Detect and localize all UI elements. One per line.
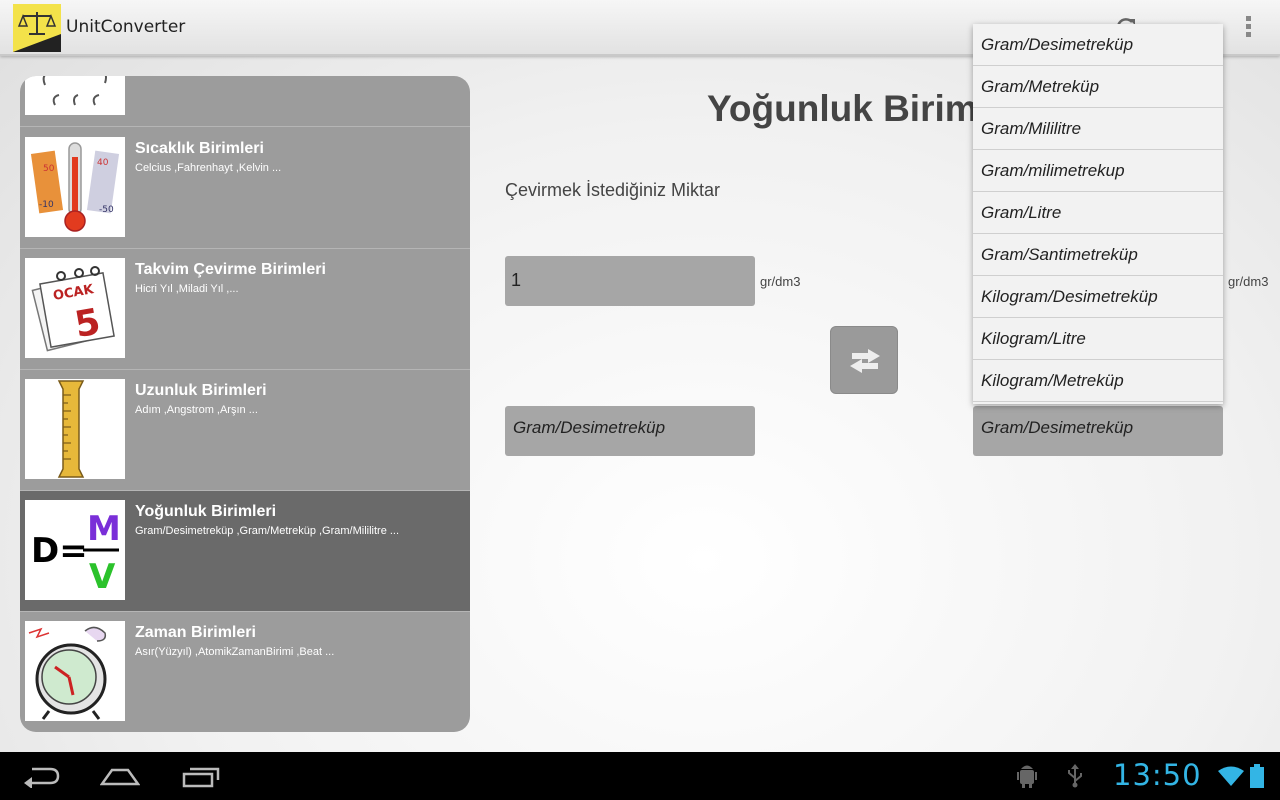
list-item-title: Zaman Birimleri <box>135 624 256 641</box>
clock: 13:50 <box>1113 758 1202 792</box>
dropdown-option[interactable]: Gram/Litre <box>973 192 1223 234</box>
back-icon[interactable] <box>22 764 60 792</box>
app-title: UnitConverter <box>66 17 186 37</box>
overflow-menu-icon[interactable] <box>1240 16 1256 40</box>
list-item-subtitle: Asır(Yüzyıl) ,AtomikZamanBirimi ,Beat ..… <box>135 646 335 658</box>
svg-text:-50: -50 <box>99 205 114 215</box>
from-unit-spinner[interactable]: Gram/Desimetreküp <box>505 406 755 456</box>
calendar-icon: OCAK 5 <box>25 258 125 358</box>
source-unit-abbrev: gr/dm3 <box>760 274 801 289</box>
dropdown-option[interactable]: Kilogram/Desimetreküp <box>973 276 1223 318</box>
dropdown-option[interactable]: Gram/milimetrekup <box>973 150 1223 192</box>
amount-label: Çevirmek İstediğiniz Miktar <box>505 180 721 200</box>
recent-apps-icon[interactable] <box>182 764 220 792</box>
list-item-length[interactable]: Uzunluk Birimleri Adım ,Angstrom ,Arşın … <box>20 370 470 491</box>
target-unit-abbrev: gr/dm3 <box>1228 274 1269 289</box>
list-item-clouds[interactable] <box>20 76 470 127</box>
list-item-density[interactable]: D= M V Yoğunluk Birimleri Gram/Desimetre… <box>20 491 470 612</box>
dropdown-option[interactable]: Gram/Desimetreküp <box>973 24 1223 66</box>
dropdown-option[interactable]: Gram/Santimetreküp <box>973 234 1223 276</box>
system-bar: 13:50 <box>0 752 1280 800</box>
dropdown-option[interactable]: Kilogram/Litre <box>973 318 1223 360</box>
list-item-subtitle: Hicri Yıl ,Miladi Yıl ,... <box>135 283 239 295</box>
dropdown-option[interactable]: Kilogram/Metreküp <box>973 360 1223 402</box>
svg-text:-10: -10 <box>39 200 54 210</box>
list-item-subtitle: Gram/Desimetreküp ,Gram/Metreküp ,Gram/M… <box>135 525 400 537</box>
thermometer-icon: 50 40 -10 -50 <box>25 137 125 237</box>
app-icon[interactable] <box>13 4 61 52</box>
svg-text:50: 50 <box>43 164 55 174</box>
svg-text:D=: D= <box>31 531 88 571</box>
page-title: Yoğunluk Birim <box>707 88 978 129</box>
list-item-temperature[interactable]: 50 40 -10 -50 Sıcaklık Birimleri Celcius… <box>20 128 470 249</box>
list-item-title: Yoğunluk Birimleri <box>135 503 277 520</box>
usb-icon <box>1066 764 1084 792</box>
density-formula-icon: D= M V <box>25 500 125 600</box>
list-item-subtitle: Adım ,Angstrom ,Arşın ... <box>135 404 258 416</box>
ruler-icon <box>25 379 125 479</box>
alarm-clock-icon <box>25 621 125 721</box>
svg-text:V: V <box>89 557 116 597</box>
list-item-time[interactable]: Zaman Birimleri Asır(Yüzyıl) ,AtomikZama… <box>20 612 470 732</box>
category-list: 50 40 -10 -50 Sıcaklık Birimleri Celcius… <box>20 76 470 732</box>
list-item-title: Sıcaklık Birimleri <box>135 140 264 157</box>
wifi-icon <box>1218 766 1244 790</box>
dropdown-option[interactable]: Gram/Mililitre <box>973 108 1223 150</box>
list-item-subtitle: Celcius ,Fahrenhayt ,Kelvin ... <box>135 162 282 174</box>
unit-dropdown: Gram/Desimetreküp Gram/Metreküp Gram/Mil… <box>973 24 1223 404</box>
list-item-calendar[interactable]: OCAK 5 Takvim Çevirme Birimleri Hicri Yı… <box>20 249 470 370</box>
android-debug-icon <box>1016 764 1038 792</box>
svg-text:M: M <box>87 509 121 549</box>
svg-text:40: 40 <box>97 158 109 168</box>
home-icon[interactable] <box>99 764 141 792</box>
list-item-title: Uzunluk Birimleri <box>135 382 267 399</box>
clouds-icon <box>25 76 125 115</box>
list-item-title: Takvim Çevirme Birimleri <box>135 261 326 278</box>
amount-input[interactable]: 1 <box>505 256 755 306</box>
swap-arrows-icon <box>850 349 880 373</box>
to-unit-spinner[interactable]: Gram/Desimetreküp <box>973 406 1223 456</box>
dropdown-option[interactable]: Gram/Metreküp <box>973 66 1223 108</box>
swap-units-button[interactable] <box>830 326 898 394</box>
battery-icon <box>1250 764 1264 792</box>
